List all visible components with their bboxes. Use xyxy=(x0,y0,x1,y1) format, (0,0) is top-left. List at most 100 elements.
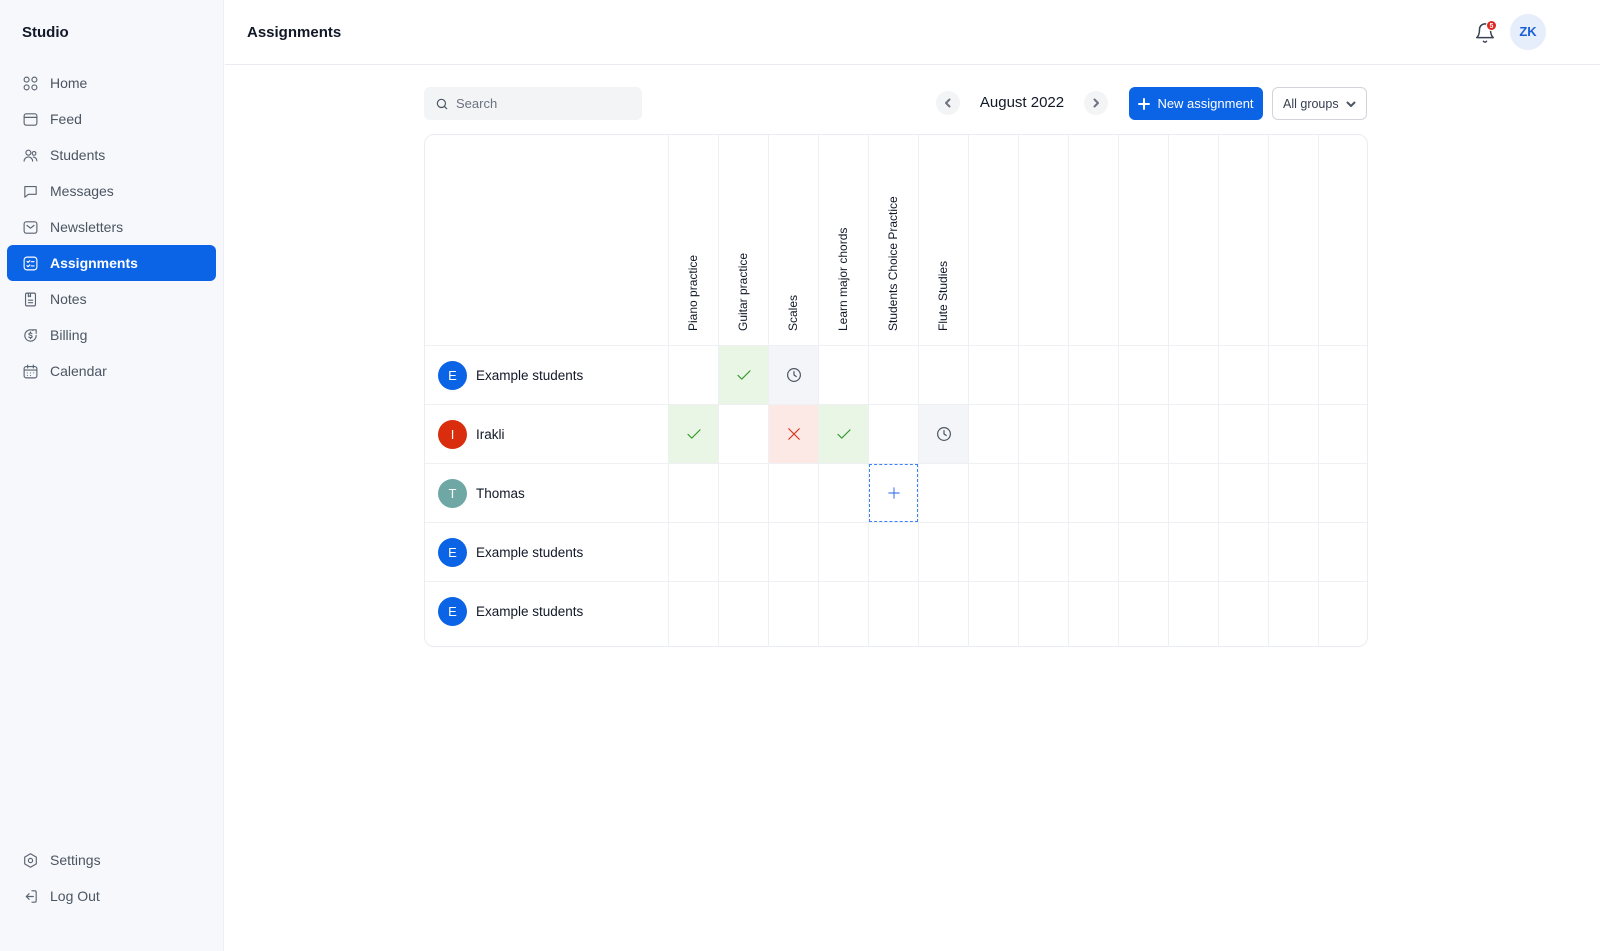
assignment-cell[interactable] xyxy=(1069,464,1118,522)
student-row[interactable]: I Irakli xyxy=(425,405,668,463)
assignment-cell-done[interactable] xyxy=(819,405,868,463)
assignment-cell[interactable] xyxy=(919,464,968,522)
next-month-button[interactable] xyxy=(1084,91,1108,115)
group-filter-select[interactable]: All groups xyxy=(1272,87,1367,120)
assignment-cell[interactable] xyxy=(719,582,768,640)
student-row[interactable]: E Example students xyxy=(425,346,668,404)
assignment-column-header[interactable]: Flute Studies xyxy=(919,135,968,345)
assignment-cell[interactable] xyxy=(1319,405,1367,463)
assignment-cell-done[interactable] xyxy=(719,346,768,404)
search-input[interactable] xyxy=(456,96,636,111)
assignment-cell[interactable] xyxy=(769,464,818,522)
assignment-cell[interactable] xyxy=(669,582,718,640)
user-avatar[interactable]: ZK xyxy=(1510,14,1546,50)
sidebar-item-newsletters[interactable]: Newsletters xyxy=(7,209,216,245)
assignment-cell[interactable] xyxy=(1119,523,1168,581)
assignment-cell[interactable] xyxy=(1269,582,1318,640)
assignment-cell[interactable] xyxy=(869,523,918,581)
assignment-cell[interactable] xyxy=(1119,346,1168,404)
assignment-cell[interactable] xyxy=(1269,523,1318,581)
assignment-cell[interactable] xyxy=(1069,346,1118,404)
sidebar-item-logout[interactable]: Log Out xyxy=(7,878,216,914)
assignment-cell[interactable] xyxy=(1269,464,1318,522)
assignment-column-header[interactable]: Learn major chords xyxy=(819,135,868,345)
assignment-cell[interactable] xyxy=(1019,464,1068,522)
assignment-cell[interactable] xyxy=(1069,405,1118,463)
sidebar-item-settings[interactable]: Settings xyxy=(7,842,216,878)
assignment-cell[interactable] xyxy=(1319,464,1367,522)
notifications-button[interactable]: 5 xyxy=(1471,19,1499,47)
assignment-cell[interactable] xyxy=(669,464,718,522)
sidebar-item-messages[interactable]: Messages xyxy=(7,173,216,209)
assignment-cell[interactable] xyxy=(769,582,818,640)
assignment-cell[interactable] xyxy=(1069,523,1118,581)
assignment-cell[interactable] xyxy=(1319,523,1367,581)
assignment-cell[interactable] xyxy=(919,523,968,581)
assignment-cell[interactable] xyxy=(1019,405,1068,463)
assignment-cell[interactable] xyxy=(1319,346,1367,404)
assignment-cell[interactable] xyxy=(1069,582,1118,640)
assignment-cell[interactable] xyxy=(869,405,918,463)
assignment-cell[interactable] xyxy=(1019,523,1068,581)
new-assignment-button[interactable]: New assignment xyxy=(1129,87,1263,120)
assignment-column-header[interactable]: Students Choice Practice xyxy=(869,135,918,345)
assignment-cell[interactable] xyxy=(819,346,868,404)
sidebar-item-home[interactable]: Home xyxy=(7,65,216,101)
assignment-cell[interactable] xyxy=(669,523,718,581)
student-row[interactable]: T Thomas xyxy=(425,464,668,522)
assignment-cell[interactable] xyxy=(1169,464,1218,522)
assignment-cell[interactable] xyxy=(719,405,768,463)
student-row[interactable]: E Example students xyxy=(425,523,668,581)
assignment-cell-done[interactable] xyxy=(669,405,718,463)
assignment-cell[interactable] xyxy=(1119,582,1168,640)
assignment-cell[interactable] xyxy=(1169,346,1218,404)
assignment-cell[interactable] xyxy=(1219,346,1268,404)
assignment-cell[interactable] xyxy=(769,523,818,581)
assignment-cell-add[interactable] xyxy=(869,464,918,522)
student-row[interactable]: E Example students xyxy=(425,582,668,640)
assignment-cell-pending[interactable] xyxy=(919,405,968,463)
assignment-cell[interactable] xyxy=(1169,523,1218,581)
assignment-cell[interactable] xyxy=(919,346,968,404)
assignment-cell[interactable] xyxy=(1219,464,1268,522)
assignment-column-header[interactable]: Guitar practice xyxy=(719,135,768,345)
sidebar-item-assignments[interactable]: Assignments xyxy=(7,245,216,281)
assignment-cell-missed[interactable] xyxy=(769,405,818,463)
sidebar-item-notes[interactable]: Notes xyxy=(7,281,216,317)
assignment-cell[interactable] xyxy=(919,582,968,640)
assignment-cell[interactable] xyxy=(969,405,1018,463)
assignment-cell-pending[interactable] xyxy=(769,346,818,404)
sidebar-item-students[interactable]: Students xyxy=(7,137,216,173)
assignment-cell[interactable] xyxy=(669,346,718,404)
assignment-cell[interactable] xyxy=(969,523,1018,581)
assignment-cell[interactable] xyxy=(819,523,868,581)
newsletters-icon xyxy=(23,220,38,234)
assignment-cell[interactable] xyxy=(869,582,918,640)
assignment-column-header[interactable]: Piano practice xyxy=(669,135,718,345)
assignment-cell[interactable] xyxy=(1269,346,1318,404)
assignment-cell[interactable] xyxy=(1019,582,1068,640)
assignment-cell[interactable] xyxy=(1219,405,1268,463)
prev-month-button[interactable] xyxy=(936,91,960,115)
assignment-cell[interactable] xyxy=(969,582,1018,640)
sidebar-item-feed[interactable]: Feed xyxy=(7,101,216,137)
assignment-cell[interactable] xyxy=(819,582,868,640)
assignment-cell[interactable] xyxy=(1119,464,1168,522)
sidebar-item-billing[interactable]: Billing xyxy=(7,317,216,353)
assignment-cell[interactable] xyxy=(969,464,1018,522)
assignment-cell[interactable] xyxy=(1169,582,1218,640)
assignment-cell[interactable] xyxy=(1169,405,1218,463)
assignment-cell[interactable] xyxy=(1269,405,1318,463)
assignment-cell[interactable] xyxy=(819,464,868,522)
sidebar-item-calendar[interactable]: Calendar xyxy=(7,353,216,389)
assignment-cell[interactable] xyxy=(1319,582,1367,640)
assignment-cell[interactable] xyxy=(719,464,768,522)
assignment-cell[interactable] xyxy=(1219,523,1268,581)
assignment-cell[interactable] xyxy=(869,346,918,404)
assignment-cell[interactable] xyxy=(719,523,768,581)
assignment-cell[interactable] xyxy=(1219,582,1268,640)
assignment-cell[interactable] xyxy=(1119,405,1168,463)
assignment-cell[interactable] xyxy=(1019,346,1068,404)
assignment-column-header[interactable]: Scales xyxy=(769,135,818,345)
assignment-cell[interactable] xyxy=(969,346,1018,404)
